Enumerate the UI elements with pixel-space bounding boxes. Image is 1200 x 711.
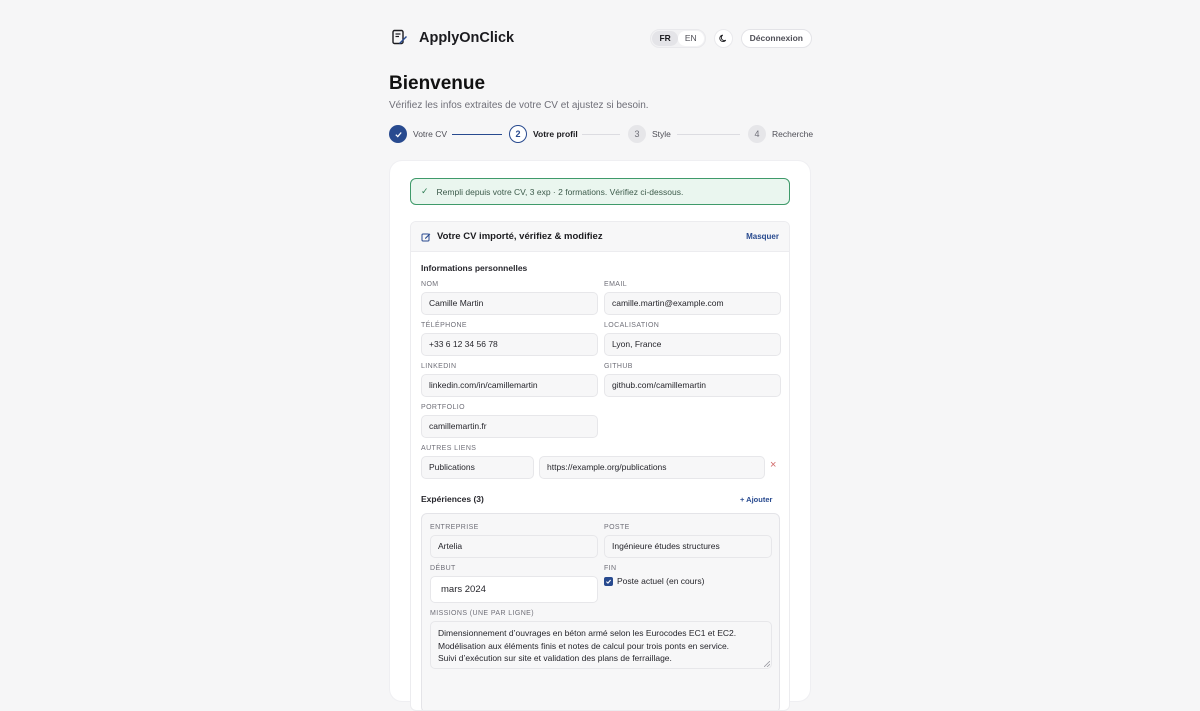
step-label: Votre profil <box>533 129 578 139</box>
page-title: Bienvenue <box>389 73 486 94</box>
import-success-notice: ✓ Rempli depuis votre CV, 3 exp · 2 form… <box>410 178 790 205</box>
step-votre-profil[interactable]: 2 Votre profil <box>509 125 578 143</box>
step-connector <box>452 133 502 135</box>
hide-panel-link[interactable]: Masquer <box>746 232 779 241</box>
position-label: POSTE <box>604 524 630 531</box>
page-subtitle: Vérifiez les infos extraites de votre CV… <box>389 100 649 111</box>
step-label: Votre CV <box>413 129 448 139</box>
other-link-url-field[interactable]: https://example.org/publications <box>539 456 765 479</box>
portfolio-field[interactable]: camillemartin.fr <box>421 415 598 438</box>
linkedin-field[interactable]: linkedin.com/in/camillemartin <box>421 374 598 397</box>
step-number: 4 <box>748 125 766 143</box>
missions-label: MISSIONS (UNE PAR LIGNE) <box>430 610 534 617</box>
language-switch: FR EN <box>650 29 706 48</box>
document-pen-icon <box>392 29 407 45</box>
start-date-label: DÉBUT <box>430 565 456 572</box>
email-label: EMAIL <box>604 281 628 288</box>
check-icon: ✓ <box>421 186 429 196</box>
notice-text: Rempli depuis votre CV, 3 exp · 2 format… <box>436 186 684 197</box>
mission-line: Suivi d’exécution sur site et validation… <box>438 653 672 663</box>
phone-label: TÉLÉPHONE <box>421 322 467 329</box>
position-field[interactable]: Ingénieure études structures <box>604 535 772 558</box>
phone-field[interactable]: +33 6 12 34 56 78 <box>421 333 598 356</box>
mission-line: Modélisation aux éléments finis et notes… <box>438 640 730 651</box>
step-connector <box>677 133 740 135</box>
lang-en-button[interactable]: EN <box>677 31 704 46</box>
missions-textarea[interactable]: Dimensionnement d’ouvrages en béton armé… <box>430 621 772 669</box>
name-field[interactable]: Camille Martin <box>421 292 598 315</box>
name-label: NOM <box>421 281 439 288</box>
email-field[interactable]: camille.martin@example.com <box>604 292 781 315</box>
personal-info-title: Informations personnelles <box>421 263 528 273</box>
mission-line: Dimensionnement d’ouvrages en béton armé… <box>438 628 737 638</box>
step-label: Style <box>652 129 671 139</box>
step-recherche[interactable]: 4 Recherche <box>748 125 813 143</box>
start-date-field[interactable]: mars 2024 <box>430 576 598 603</box>
current-position-checkbox[interactable] <box>604 577 613 586</box>
resize-handle-icon[interactable] <box>764 661 770 667</box>
header-actions: FR EN Déconnexion <box>650 29 812 48</box>
step-style[interactable]: 3 Style <box>628 125 671 143</box>
experiences-title: Expériences (3) <box>421 494 484 504</box>
theme-toggle-button[interactable] <box>713 29 733 48</box>
other-links-label: AUTRES LIENS <box>421 445 477 452</box>
company-field[interactable]: Artelia <box>430 535 598 558</box>
portfolio-label: PORTFOLIO <box>421 404 465 411</box>
other-link-label-field[interactable]: Publications <box>421 456 534 479</box>
cv-review-panel: Votre CV importé, vérifiez & modifiez Ma… <box>410 221 790 711</box>
profile-card: ✓ Rempli depuis votre CV, 3 exp · 2 form… <box>390 161 810 711</box>
lang-fr-button[interactable]: FR <box>652 31 678 46</box>
github-field[interactable]: github.com/camillemartin <box>604 374 781 397</box>
top-bar: ApplyOnClick FR EN Déconnexion <box>0 0 1200 78</box>
check-icon <box>606 579 612 584</box>
github-label: GITHUB <box>604 363 633 370</box>
step-connector <box>582 133 620 135</box>
step-number: 3 <box>628 125 646 143</box>
company-label: ENTREPRISE <box>430 524 479 531</box>
panel-title: Votre CV importé, vérifiez & modifiez <box>437 231 603 242</box>
step-number: 2 <box>509 125 527 143</box>
current-position-label: Poste actuel (en cours) <box>617 576 705 586</box>
end-date-label: FIN <box>604 565 617 572</box>
moon-icon <box>719 34 726 42</box>
check-icon <box>389 125 407 143</box>
linkedin-label: LINKEDIN <box>421 363 457 370</box>
step-label: Recherche <box>772 129 814 139</box>
remove-link-icon[interactable]: × <box>770 459 776 471</box>
panel-header: Votre CV importé, vérifiez & modifiez Ma… <box>411 222 789 252</box>
experience-card: ENTREPRISE Artelia POSTE Ingénieure étud… <box>421 513 780 710</box>
location-label: LOCALISATION <box>604 322 660 329</box>
app-name: ApplyOnClick <box>419 29 515 46</box>
location-field[interactable]: Lyon, France <box>604 333 781 356</box>
add-experience-button[interactable]: + Ajouter <box>740 495 772 504</box>
step-votre-cv[interactable]: Votre CV <box>389 125 447 143</box>
onboarding-stepper: Votre CV 2 Votre profil 3 Style 4 Recher… <box>389 125 813 143</box>
brand[interactable]: ApplyOnClick <box>391 29 514 46</box>
logout-button[interactable]: Déconnexion <box>740 29 812 48</box>
edit-icon <box>421 233 431 241</box>
